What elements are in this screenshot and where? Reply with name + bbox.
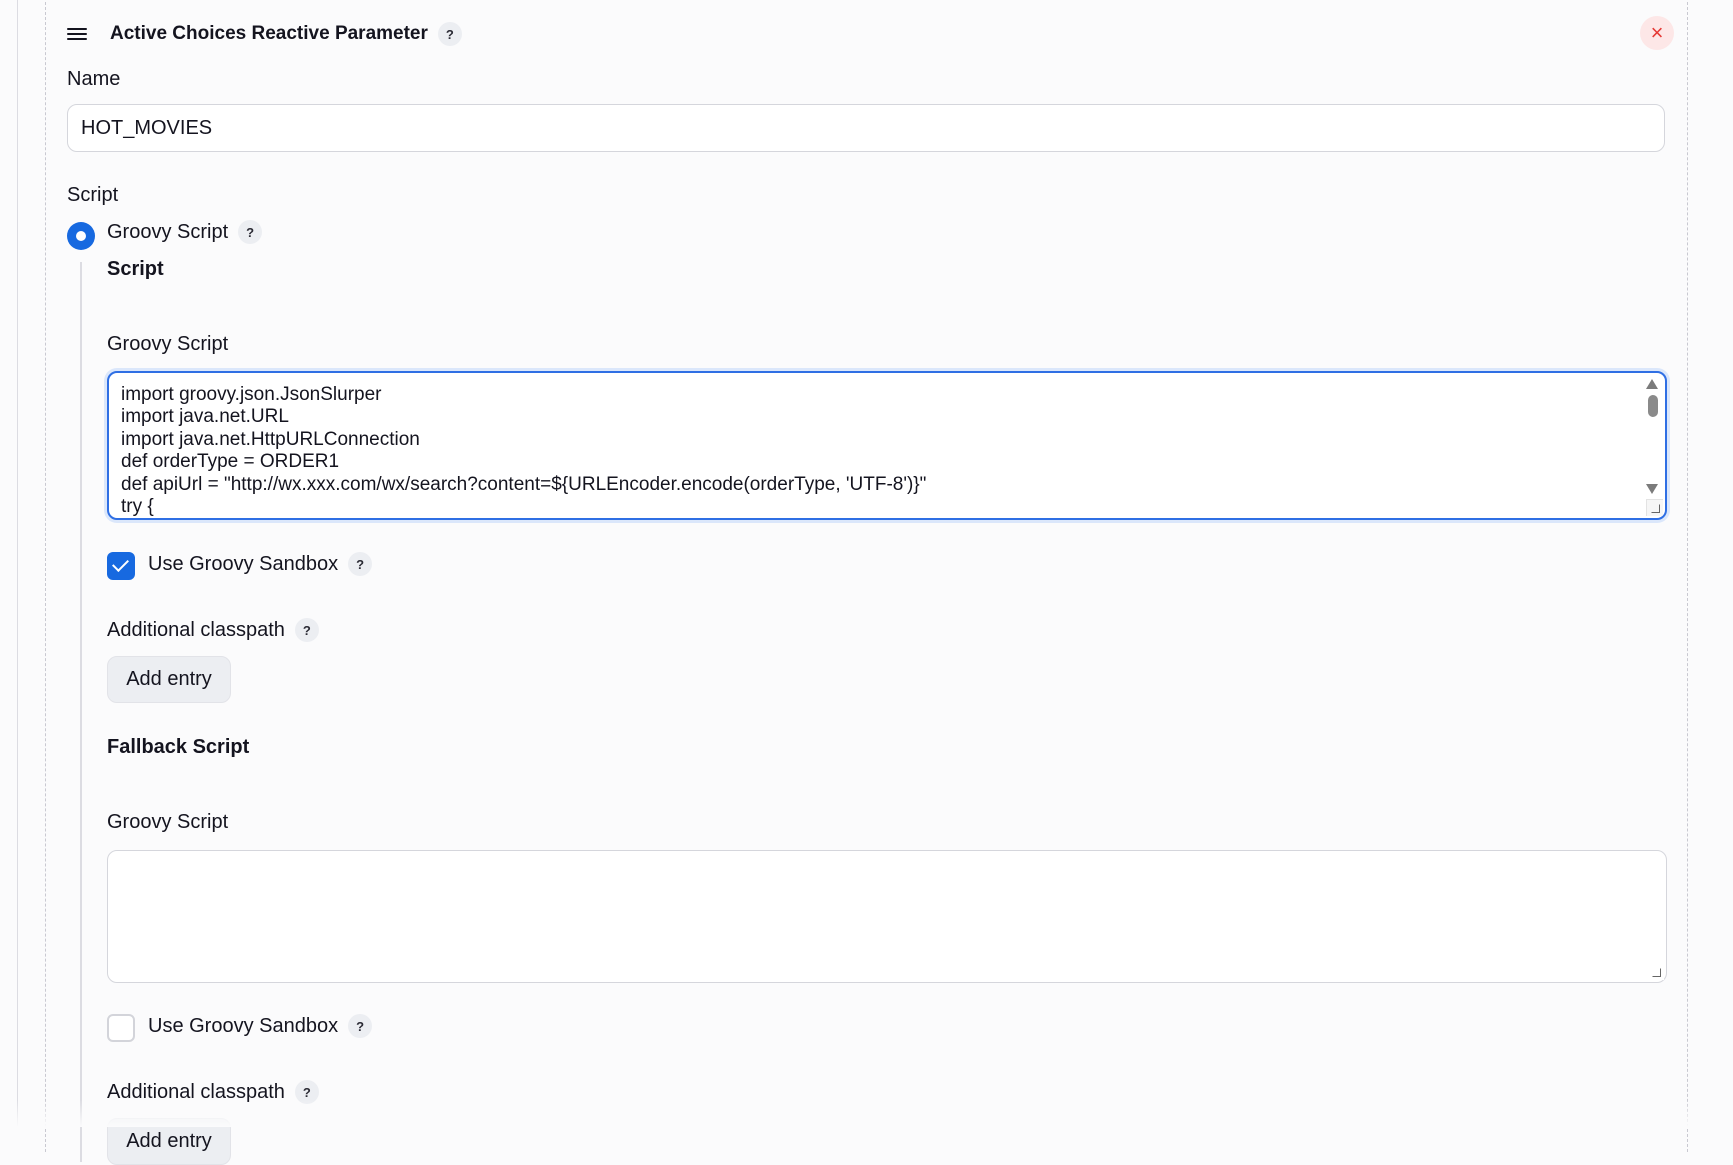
section-indent-line	[80, 262, 82, 1162]
fallback-groovy-script-textarea[interactable]	[107, 850, 1667, 983]
code-line: import java.net.URL	[121, 406, 289, 428]
script-label: Script	[67, 184, 119, 206]
code-line: try {	[121, 496, 154, 518]
help-icon[interactable]: ?	[238, 220, 263, 244]
use-groovy-sandbox-row: Use Groovy Sandbox ?	[148, 552, 373, 576]
fallback-use-groovy-sandbox-checkbox[interactable]	[107, 1014, 135, 1042]
name-input[interactable]: HOT_MOVIES	[67, 104, 1665, 152]
code-line: def apiUrl = "http://wx.xxx.com/wx/searc…	[121, 473, 927, 495]
help-icon[interactable]: ?	[294, 618, 319, 642]
bottom-fade	[0, 1100, 1733, 1127]
outer-rail	[17, 0, 18, 1127]
additional-classpath-label: Additional classpath	[107, 618, 285, 641]
use-groovy-sandbox-label: Use Groovy Sandbox	[148, 552, 339, 575]
groovy-script-radio-label-row: Groovy Script ?	[107, 220, 263, 244]
scrollbar-thumb[interactable]	[1648, 395, 1658, 417]
code-line: import java.net.HttpURLConnection	[121, 428, 420, 450]
scroll-up-arrow-icon[interactable]	[1646, 379, 1658, 389]
fallback-script-heading: Fallback Script	[107, 736, 250, 758]
script-heading: Script	[107, 258, 164, 280]
use-groovy-sandbox-checkbox[interactable]	[107, 552, 135, 580]
add-entry-button[interactable]: Add entry	[107, 656, 231, 703]
code-line: import groovy.json.JsonSlurper	[121, 384, 382, 405]
help-icon[interactable]: ?	[348, 552, 373, 576]
groovy-script-label: Groovy Script	[107, 333, 229, 355]
parameter-header: Active Choices Reactive Parameter ?	[67, 20, 462, 48]
delete-parameter-button[interactable]: ×	[1640, 16, 1674, 50]
resize-handle-icon[interactable]	[1646, 499, 1663, 516]
fallback-groovy-script-label: Groovy Script	[107, 811, 229, 833]
additional-classpath-row: Additional classpath ?	[107, 618, 319, 642]
code-line: def orderType = ORDER1	[121, 451, 340, 473]
groovy-script-textarea[interactable]: import groovy.json.JsonSlurper import ja…	[107, 371, 1667, 520]
fallback-use-groovy-sandbox-label: Use Groovy Sandbox	[148, 1014, 339, 1037]
help-icon[interactable]: ?	[348, 1014, 373, 1038]
help-icon[interactable]: ?	[437, 22, 462, 46]
drag-handle-icon[interactable]	[67, 25, 87, 43]
groovy-script-radio-label: Groovy Script	[107, 220, 229, 243]
fallback-use-groovy-sandbox-row: Use Groovy Sandbox ?	[148, 1014, 373, 1038]
scroll-down-arrow-icon[interactable]	[1646, 484, 1658, 494]
parameter-title: Active Choices Reactive Parameter	[110, 23, 428, 44]
resize-handle-icon[interactable]	[1648, 964, 1664, 980]
groovy-script-radio[interactable]	[67, 222, 95, 250]
name-label: Name	[67, 68, 121, 90]
code-content: import groovy.json.JsonSlurper import ja…	[109, 373, 1665, 518]
